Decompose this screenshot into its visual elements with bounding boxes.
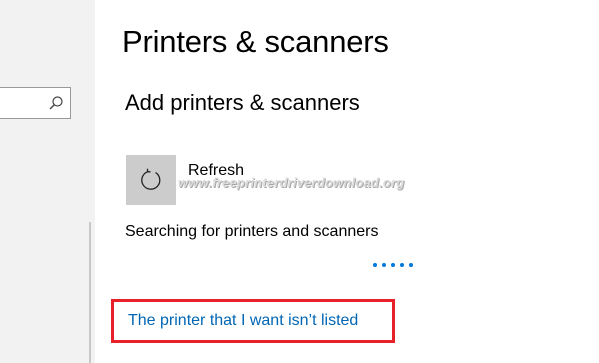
status-text: Searching for printers and scanners [125, 223, 379, 240]
highlight-box: The printer that I want isn’t listed [111, 299, 395, 343]
progress-dot [382, 263, 386, 267]
search-icon[interactable] [48, 95, 64, 111]
progress-indicator [373, 254, 421, 267]
progress-dot [400, 263, 404, 267]
progress-dot [391, 263, 395, 267]
sidebar [0, 0, 95, 363]
page-title: Printers & scanners [122, 24, 389, 59]
printer-not-listed-link[interactable]: The printer that I want isn’t listed [128, 312, 358, 330]
settings-window: Printers & scanners Add printers & scann… [0, 0, 599, 363]
search-input[interactable] [0, 87, 71, 119]
refresh-button[interactable] [126, 155, 176, 205]
progress-dot [373, 263, 377, 267]
refresh-icon [141, 168, 161, 190]
section-title: Add printers & scanners [125, 90, 360, 115]
sidebar-scrollbar[interactable] [89, 222, 91, 363]
watermark: www.freeprinterdriverdownload.org [178, 175, 405, 190]
progress-dot [409, 263, 413, 267]
